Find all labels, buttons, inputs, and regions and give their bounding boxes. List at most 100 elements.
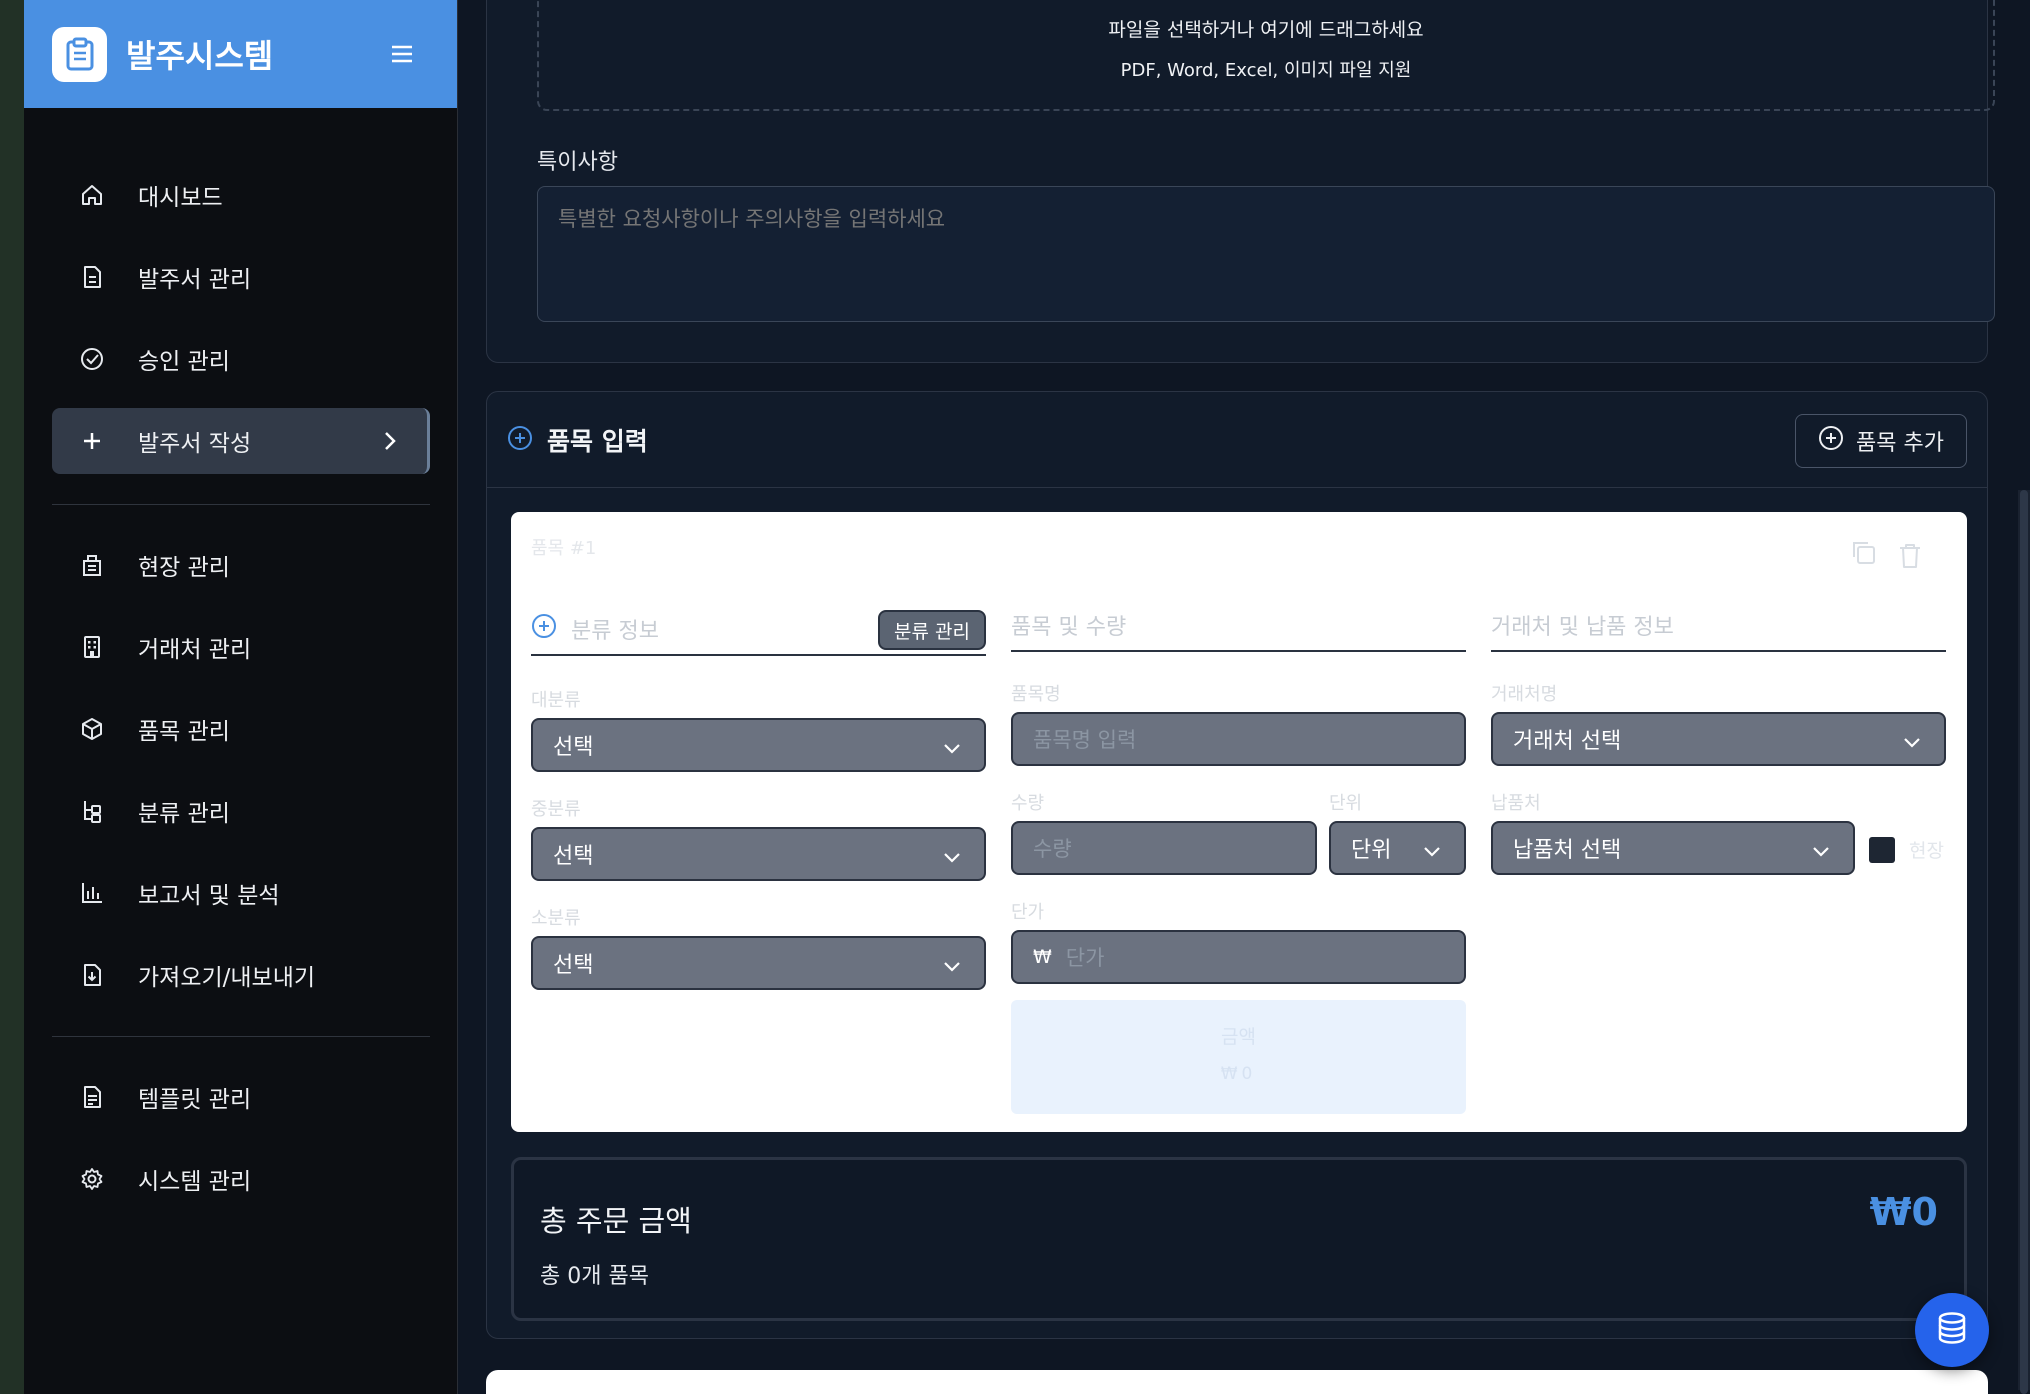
category-header-label: 분류 정보 [571,619,659,644]
items-card: 품목 입력 품목 추가 품목 #1 분류 정보 분류 관리 대분류 선택 중분류 [486,391,1988,1339]
bar-chart-icon [76,877,108,909]
total-item-count: 총 0개 품목 [540,1264,649,1289]
sidebar-divider [52,1036,430,1037]
office-building-icon [76,631,108,663]
copy-icon[interactable] [1849,538,1877,570]
sidebar-item-label: 승인 관리 [138,349,230,375]
sidebar-item-system[interactable]: 시스템 관리 [52,1146,430,1212]
sidebar-item-orders[interactable]: 발주서 관리 [52,244,430,310]
database-fab-button[interactable] [1915,1293,1989,1367]
clipboard-logo-icon [52,26,107,82]
order-total-panel: 총 주문 금액 총 0개 품목 ₩0 [511,1157,1967,1321]
sidebar-item-products[interactable]: 품목 관리 [52,696,430,762]
sidebar-item-label: 가져오기/내보내기 [138,965,316,991]
select-value: 선택 [553,953,594,978]
plus-icon [76,425,108,457]
quantity-input[interactable]: 수량 [1011,821,1317,875]
manage-categories-button[interactable]: 분류 관리 [878,610,986,650]
section-title: 품목 입력 [547,426,648,456]
building-icon [76,549,108,581]
product-name-input[interactable]: 품목명 입력 [1011,712,1466,766]
items-section-header: 품목 입력 품목 추가 [487,392,1987,488]
sidebar-item-label: 템플릿 관리 [138,1087,252,1113]
sidebar-item-dashboard[interactable]: 대시보드 [52,162,430,228]
select-value: 선택 [553,735,594,760]
site-checkbox[interactable] [1869,837,1895,863]
sidebar-item-reports[interactable]: 보고서 및 분석 [52,860,430,926]
delivery-select[interactable]: 납품처 선택 [1491,821,1855,875]
category-header: 분류 정보 분류 관리 [531,604,986,656]
sidebar-item-sites[interactable]: 현장 관리 [52,532,430,598]
chevron-down-icon [942,846,962,871]
vendor-select[interactable]: 거래처 선택 [1491,712,1946,766]
sidebar-divider [52,504,430,505]
major-category-label: 대분류 [531,690,581,711]
currency-symbol: ₩ [1033,946,1052,968]
file-dropzone[interactable]: 파일을 선택하거나 여기에 드래그하세요 PDF, Word, Excel, 이… [537,0,1995,111]
chevron-down-icon [942,955,962,980]
scrollbar-thumb[interactable] [2020,490,2028,1394]
product-name-label: 품목명 [1011,684,1061,705]
supplier-header-label: 거래처 및 납품 정보 [1491,615,1674,640]
unit-price-input[interactable]: ₩ 단가 [1011,930,1466,984]
notes-label: 특이사항 [537,150,618,175]
select-value: 납품처 선택 [1513,838,1622,863]
chevron-down-icon [1422,840,1442,865]
sidebar-item-categories[interactable]: 분류 관리 [52,778,430,844]
supplier-header: 거래처 및 납품 정보 [1491,600,1946,652]
chevron-down-icon [942,737,962,762]
hierarchy-icon [76,795,108,827]
trash-icon[interactable] [1897,542,1923,574]
notes-textarea[interactable] [537,186,1995,322]
add-item-button[interactable]: 품목 추가 [1795,414,1967,468]
total-amount: ₩0 [1869,1190,1938,1234]
plus-circle-icon [531,613,557,645]
home-icon [76,179,108,211]
hamburger-menu-icon[interactable] [390,44,414,64]
select-value: 단위 [1351,838,1392,863]
chevron-down-icon [1902,731,1922,756]
dropzone-formats: PDF, Word, Excel, 이미지 파일 지원 [1120,60,1412,81]
sidebar-item-label: 대시보드 [138,185,223,211]
sidebar-item-label: 시스템 관리 [138,1169,252,1195]
minor-category-label: 소분류 [531,908,581,929]
middle-category-select[interactable]: 선택 [531,827,986,881]
sidebar-item-create-order[interactable]: 발주서 작성 [52,408,430,474]
vendor-label: 거래처명 [1491,684,1558,705]
sidebar-item-label: 발주서 작성 [138,431,252,457]
unit-select[interactable]: 단위 [1329,821,1466,875]
gear-icon [76,1163,108,1195]
major-category-select[interactable]: 선택 [531,718,986,772]
sidebar: 발주시스템 대시보드 발주서 관리 승인 관리 발주서 작성 현장 관리 거래처… [24,0,458,1394]
sidebar-item-label: 품목 관리 [138,719,230,745]
sidebar-item-templates[interactable]: 템플릿 관리 [52,1064,430,1130]
sidebar-item-import-export[interactable]: 가져오기/내보내기 [52,942,430,1008]
file-download-icon [76,959,108,991]
select-value: 거래처 선택 [1513,729,1622,754]
sidebar-item-approvals[interactable]: 승인 관리 [52,326,430,392]
total-title: 총 주문 금액 [540,1204,692,1238]
select-value: 선택 [553,844,594,869]
template-icon [76,1081,108,1113]
amount-display: 금액 ₩0 [1011,1000,1466,1114]
middle-category-label: 중분류 [531,799,581,820]
unit-price-label: 단가 [1011,902,1045,923]
site-checkbox-label: 현장 [1909,840,1944,862]
item-card: 품목 #1 분류 정보 분류 관리 대분류 선택 중분류 선택 소분류 선택 품… [511,512,1967,1132]
add-item-label: 품목 추가 [1856,431,1944,456]
sidebar-item-label: 현장 관리 [138,555,230,581]
amount-value: ₩0 [1220,1064,1257,1084]
chevron-down-icon [1811,840,1831,865]
plus-circle-icon [507,425,533,455]
minor-category-select[interactable]: 선택 [531,936,986,990]
cube-icon [76,713,108,745]
dropzone-text: 파일을 선택하거나 여기에 드래그하세요 [1108,19,1424,41]
database-icon [1936,1311,1968,1349]
sidebar-item-label: 발주서 관리 [138,267,252,293]
check-circle-icon [76,343,108,375]
item-number: 품목 #1 [531,538,597,559]
amount-label: 금액 [1221,1026,1256,1048]
next-card [486,1370,1988,1394]
chevron-right-icon [383,430,397,452]
sidebar-item-vendors[interactable]: 거래처 관리 [52,614,430,680]
